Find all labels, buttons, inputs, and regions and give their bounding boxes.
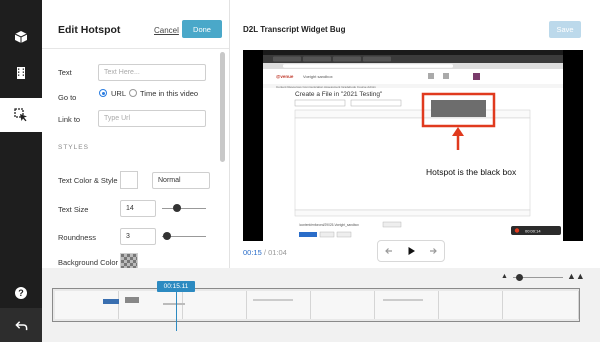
inner-page-title: Create a File in "2021 Testing" [295, 91, 383, 98]
svg-text:Content Resources Communic: Content Resources Communication Assessme… [276, 85, 376, 89]
help-icon[interactable]: ? [0, 276, 42, 310]
panel-scrollbar[interactable] [220, 52, 225, 162]
timeline-frame [55, 291, 119, 319]
timeline-frame [311, 291, 375, 319]
save-button[interactable]: Save [549, 21, 581, 38]
radio-url[interactable] [99, 89, 107, 97]
timeline-area: ▲ ▲▲ 00:15.11 [42, 268, 600, 342]
playhead-time[interactable]: 00:15.11 [157, 281, 195, 292]
panel-title: Edit Hotspot [58, 24, 121, 36]
radio-time[interactable] [129, 89, 137, 97]
svg-text:?: ? [18, 288, 24, 298]
timeline-thumb-detail [125, 297, 139, 303]
roundness-slider-knob[interactable] [163, 232, 171, 240]
text-color-style-label: Text Color & Style [58, 176, 118, 185]
timeline-frame [119, 291, 183, 319]
timeline-frame [439, 291, 503, 319]
timeline-thumb-detail [253, 299, 293, 301]
radio-url-label: URL [111, 89, 127, 98]
text-size-input[interactable]: 14 [120, 200, 156, 217]
link-input[interactable]: Type Url [98, 110, 206, 127]
background-color-label: Background Color [58, 258, 119, 267]
svg-text:@venue: @venue [276, 74, 294, 79]
roundness-input[interactable]: 3 [120, 228, 156, 245]
text-label: Text [58, 68, 72, 77]
edit-hotspot-panel: Edit Hotspot Cancel Done Text Text Here.… [42, 0, 230, 268]
video-screenshot: @venue Voeight sandbox Content Resources… [243, 50, 583, 241]
duration: 01:04 [268, 248, 287, 257]
radio-time-label: Time in this video [140, 89, 199, 98]
header-divider [42, 48, 229, 49]
timeline-frame [503, 291, 579, 319]
text-color-swatch[interactable] [120, 171, 138, 189]
zoom-slider-knob[interactable] [516, 274, 523, 281]
svg-text:Voeight sandbox: Voeight sandbox [303, 74, 333, 79]
forward-arrow-icon[interactable] [428, 246, 438, 256]
timeline-frame [247, 291, 311, 319]
current-time: 00:15 [243, 248, 262, 257]
video-frame[interactable]: @venue Voeight sandbox Content Resources… [243, 50, 583, 241]
zoom-out-icon[interactable]: ▲ [501, 273, 508, 280]
timeline-thumb-detail [103, 299, 119, 304]
done-button[interactable]: Done [182, 20, 222, 38]
timeline-thumb-detail [163, 303, 185, 305]
player-controls [377, 240, 445, 262]
back-arrow-icon[interactable] [0, 308, 42, 342]
timeline-filmstrip[interactable] [52, 288, 580, 322]
goto-label: Go to [58, 93, 77, 102]
time-separator: / [263, 248, 266, 257]
roundness-label: Roundness [58, 233, 96, 242]
video-time: 00:15 / 01:04 [243, 248, 287, 257]
styles-heading: STYLES [58, 144, 89, 151]
playhead-line[interactable] [176, 292, 177, 331]
text-size-slider[interactable] [162, 208, 206, 209]
cancel-button[interactable]: Cancel [154, 26, 179, 35]
text-size-label: Text Size [58, 205, 89, 214]
timeline-frame [183, 291, 247, 319]
left-rail: ? [0, 0, 42, 342]
background-color-swatch[interactable] [120, 253, 138, 268]
video-title: D2L Transcript Widget Bug [243, 25, 346, 34]
svg-text:/content/enforced/29025-Voeigh: /content/enforced/29025-Voeight_sandbox [299, 223, 359, 227]
hotspot-cursor-icon[interactable] [0, 98, 42, 132]
rewind-arrow-icon[interactable] [384, 246, 394, 256]
text-style-select[interactable]: Normal [152, 172, 210, 189]
film-icon[interactable] [0, 56, 42, 90]
inner-timestamp: 00:00:14 [525, 229, 541, 234]
video-panel: D2L Transcript Widget Bug Save @venue Vo… [231, 0, 600, 268]
cube-icon[interactable] [0, 20, 42, 54]
play-icon[interactable] [406, 246, 416, 256]
link-label: Link to [58, 115, 81, 124]
timeline-frame [375, 291, 439, 319]
timeline-thumb-detail [383, 299, 423, 301]
text-size-slider-knob[interactable] [173, 204, 181, 212]
zoom-in-icon[interactable]: ▲▲ [567, 271, 585, 281]
hotspot-annotation: Hotspot is the black box [426, 167, 517, 177]
text-input[interactable]: Text Here... [98, 64, 206, 81]
